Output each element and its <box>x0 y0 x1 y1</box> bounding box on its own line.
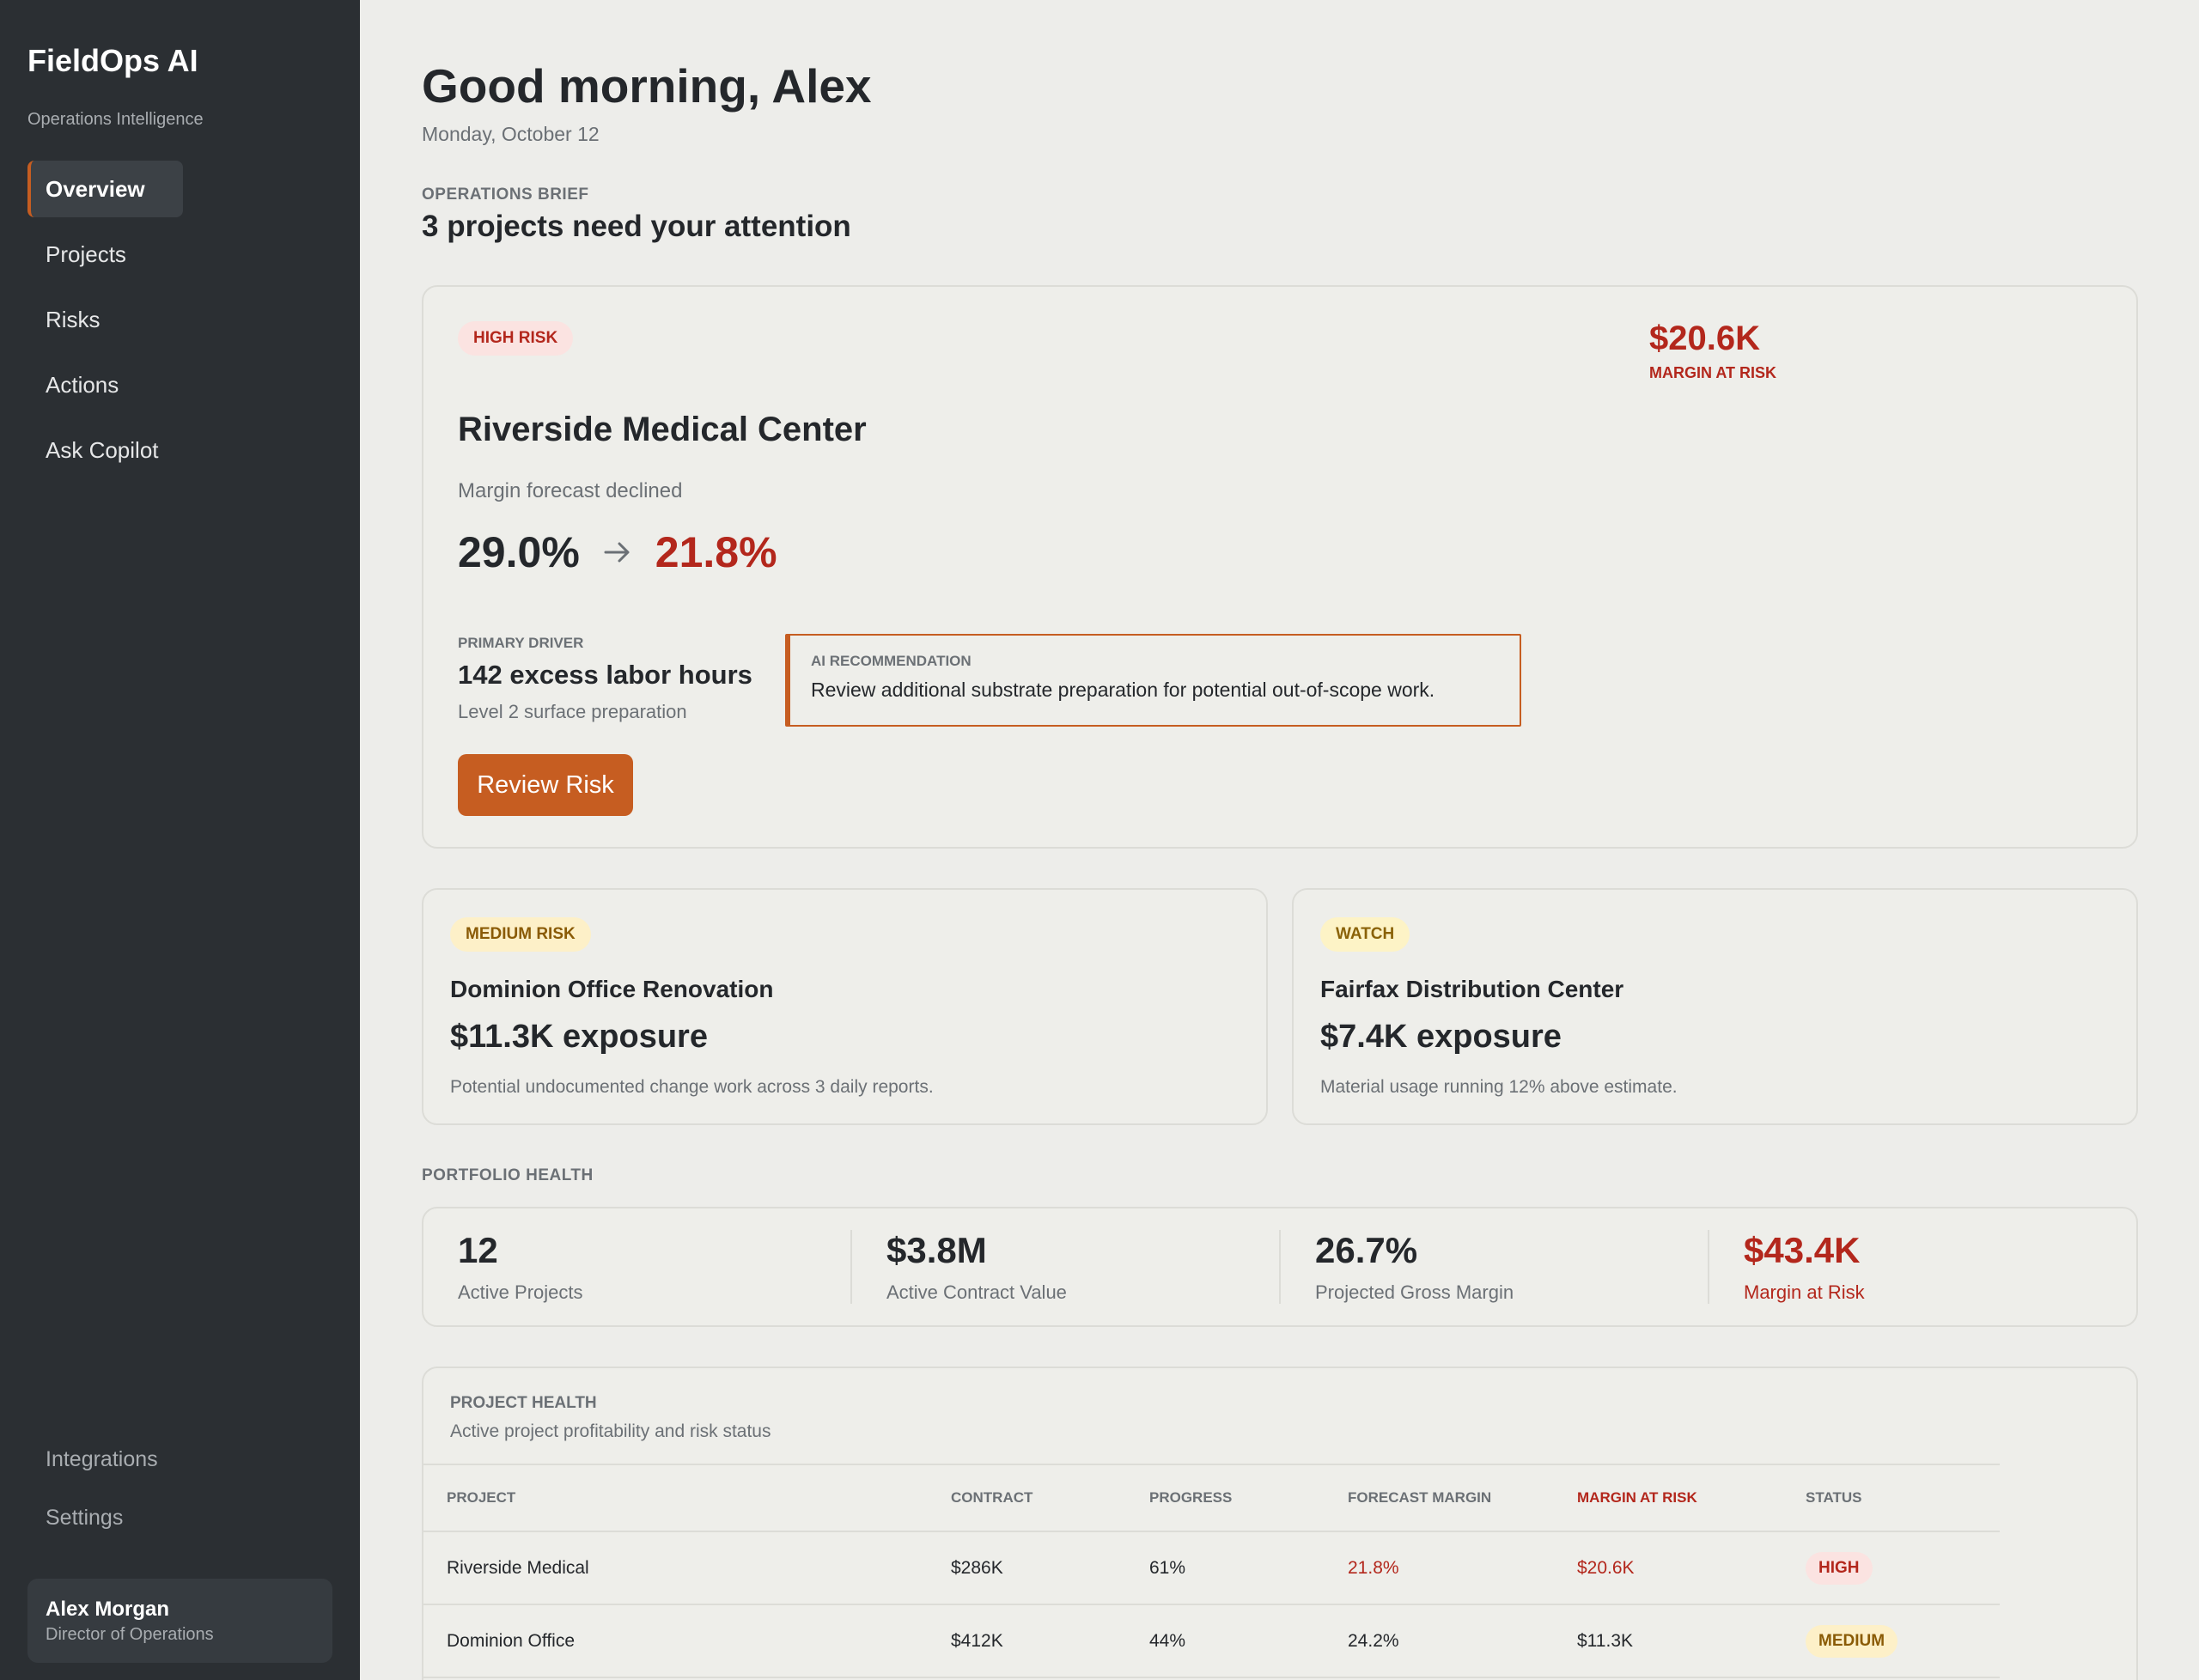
column-header-contract[interactable]: CONTRACT <box>928 1464 1126 1532</box>
kpi-label: Active Contract Value <box>886 1281 1067 1303</box>
margin-at-risk-amount: $20.6K <box>1649 320 1760 357</box>
high-risk-card: HIGH RISK $20.6K MARGIN AT RISK Riversid… <box>422 285 2138 849</box>
cell-status: MEDIUM <box>1782 1604 2000 1678</box>
margin-to: 21.8% <box>655 528 777 576</box>
risk-badge: WATCH <box>1320 917 1410 952</box>
cell-forecast-margin: 21.8% <box>1325 1531 1554 1605</box>
kpi-value: $43.4K <box>1744 1230 1861 1270</box>
kpi-value: $3.8M <box>886 1230 987 1270</box>
kpi-label: Projected Gross Margin <box>1315 1281 1514 1303</box>
project-health-card: PROJECT HEALTH Active project profitabil… <box>422 1367 2138 1680</box>
cell-contract: $412K <box>928 1604 1126 1678</box>
medium-risk-card[interactable]: MEDIUM RISK Dominion Office Renovation $… <box>422 888 1268 1125</box>
project-title: Dominion Office Renovation <box>450 976 774 1002</box>
table-row[interactable]: Dominion Office $412K 44% 24.2% $11.3K M… <box>423 1604 2000 1678</box>
status-badge: MEDIUM <box>1806 1624 1898 1658</box>
risk-description: Potential undocumented change work acros… <box>450 1077 934 1097</box>
cell-project: Riverside Medical <box>423 1531 928 1605</box>
cell-status: HIGH <box>1782 1531 2000 1605</box>
current-date: Monday, October 12 <box>422 123 600 145</box>
exposure-amount: $7.4K exposure <box>1320 1019 1562 1055</box>
status-badge: HIGH <box>1806 1551 1873 1585</box>
kpi-gross-margin: 26.7% Projected Gross Margin <box>1281 1230 1709 1304</box>
table-subtitle: Active project profitability and risk st… <box>450 1421 771 1441</box>
kpi-margin-at-risk: $43.4K Margin at Risk <box>1709 1230 2136 1304</box>
nav-item-risks[interactable]: Risks <box>27 291 138 348</box>
ai-recommendation-label: AI RECOMMENDATION <box>811 653 972 669</box>
sidebar: FieldOps AI Operations Intelligence Over… <box>0 0 360 1680</box>
project-health-table: PROJECT CONTRACT PROGRESS FORECAST MARGI… <box>423 1464 2000 1678</box>
cell-progress: 61% <box>1126 1531 1325 1605</box>
margin-from: 29.0% <box>458 528 580 576</box>
portfolio-kpis: 12 Active Projects $3.8M Active Contract… <box>422 1207 2138 1327</box>
watch-card[interactable]: WATCH Fairfax Distribution Center $7.4K … <box>1292 888 2138 1125</box>
column-header-status[interactable]: STATUS <box>1782 1464 2000 1532</box>
risk-badge: HIGH RISK <box>458 321 574 356</box>
page-title: Good morning, Alex <box>422 59 872 113</box>
driver-label: PRIMARY DRIVER <box>458 635 584 651</box>
kpi-contract-value: $3.8M Active Contract Value <box>852 1230 1281 1304</box>
kpi-active-projects: 12 Active Projects <box>423 1230 852 1304</box>
column-header-margin-at-risk[interactable]: MARGIN AT RISK <box>1554 1464 1782 1532</box>
cell-progress: 44% <box>1126 1604 1325 1678</box>
nav-item-projects[interactable]: Projects <box>27 226 164 283</box>
nav-item-actions[interactable]: Actions <box>27 356 156 413</box>
risk-badge: MEDIUM RISK <box>450 917 591 952</box>
nav-item-settings[interactable]: Settings <box>46 1506 158 1564</box>
secondary-nav: Integrations Settings <box>46 1447 158 1564</box>
cell-contract: $286K <box>928 1531 1126 1605</box>
nav-item-ask-copilot[interactable]: Ask Copilot <box>27 422 197 478</box>
portfolio-label: PORTFOLIO HEALTH <box>422 1166 594 1184</box>
cell-forecast-margin: 24.2% <box>1325 1604 1554 1678</box>
project-title: Fairfax Distribution Center <box>1320 976 1624 1002</box>
review-risk-button[interactable]: Review Risk <box>458 754 633 816</box>
kpi-value: 26.7% <box>1315 1230 1418 1270</box>
table-title: PROJECT HEALTH <box>450 1394 597 1412</box>
user-profile[interactable]: Alex Morgan Director of Operations <box>27 1579 332 1663</box>
cell-margin-at-risk: $11.3K <box>1554 1604 1782 1678</box>
kpi-label: Active Projects <box>458 1281 583 1303</box>
ai-recommendation-text: Review additional substrate preparation … <box>811 679 1435 701</box>
app-logo: FieldOps AI <box>27 43 198 78</box>
driver-value: 142 excess labor hours <box>458 660 752 690</box>
user-role: Director of Operations <box>46 1625 214 1644</box>
brief-label: OPERATIONS BRIEF <box>422 186 589 204</box>
driver-detail: Level 2 surface preparation <box>458 701 687 722</box>
app-tagline: Operations Intelligence <box>27 110 204 129</box>
user-name: Alex Morgan <box>46 1598 170 1621</box>
risk-description: Material usage running 12% above estimat… <box>1320 1077 1678 1097</box>
column-header-forecast-margin[interactable]: FORECAST MARGIN <box>1325 1464 1554 1532</box>
margin-at-risk-label: MARGIN AT RISK <box>1649 364 1776 381</box>
cell-margin-at-risk: $20.6K <box>1554 1531 1782 1605</box>
kpi-label: Margin at Risk <box>1744 1281 1865 1303</box>
column-header-progress[interactable]: PROGRESS <box>1126 1464 1325 1532</box>
column-header-project[interactable]: PROJECT <box>423 1464 928 1532</box>
main-nav: Overview Projects Risks Actions Ask Copi… <box>27 161 337 487</box>
table-row[interactable]: Riverside Medical $286K 61% 21.8% $20.6K… <box>423 1531 2000 1605</box>
margin-change: 29.0% 21.8% <box>458 527 777 577</box>
kpi-value: 12 <box>458 1230 498 1270</box>
arrow-right-icon <box>604 542 630 563</box>
brief-title: 3 projects need your attention <box>422 210 851 243</box>
project-title: Riverside Medical Center <box>458 411 867 448</box>
ai-recommendation: AI RECOMMENDATION Review additional subs… <box>785 634 1521 727</box>
project-subtitle: Margin forecast declined <box>458 479 683 502</box>
nav-item-integrations[interactable]: Integrations <box>46 1447 158 1506</box>
cell-project: Dominion Office <box>423 1604 928 1678</box>
exposure-amount: $11.3K exposure <box>450 1019 708 1055</box>
table-header-row: PROJECT CONTRACT PROGRESS FORECAST MARGI… <box>423 1464 2000 1532</box>
nav-item-overview[interactable]: Overview <box>27 161 183 217</box>
